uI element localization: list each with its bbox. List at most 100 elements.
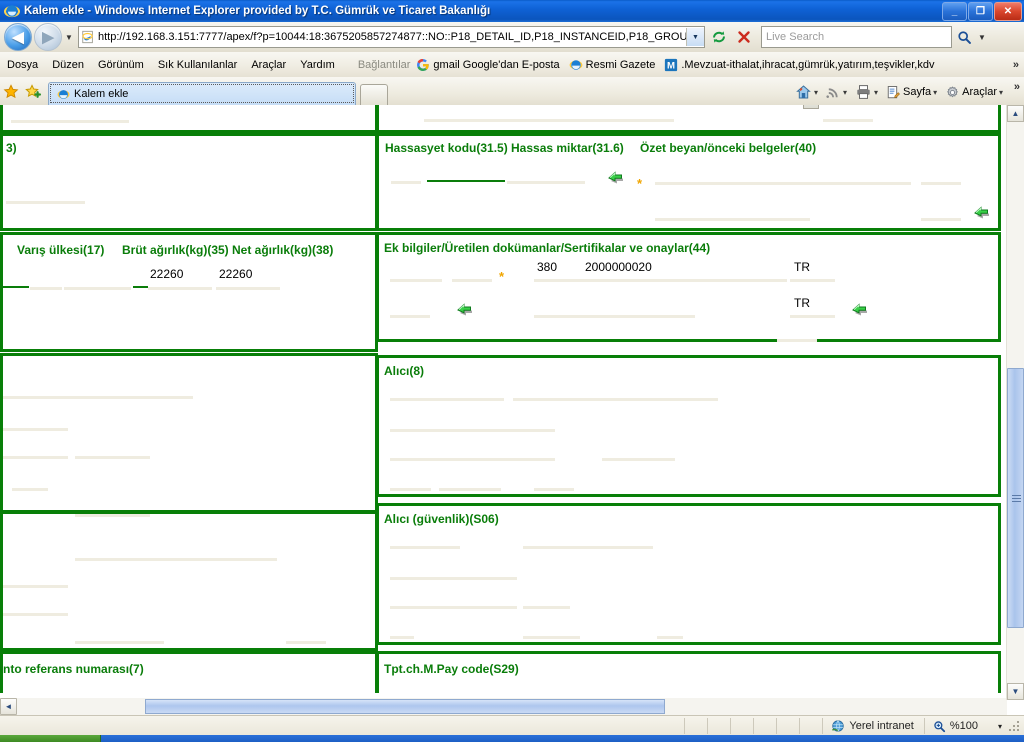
input-underline[interactable] — [424, 119, 674, 122]
input-underline[interactable] — [657, 636, 683, 639]
lov-button-hassas-miktar[interactable] — [605, 167, 627, 187]
feeds-button[interactable]: ▾ — [823, 84, 850, 101]
input-underline[interactable] — [439, 488, 501, 491]
input-underline[interactable] — [534, 488, 574, 491]
menu-item-duzen[interactable]: Düzen — [45, 58, 91, 72]
input-underline[interactable] — [921, 218, 961, 221]
menu-item-dosya[interactable]: Dosya — [0, 58, 45, 72]
vscroll-thumb[interactable] — [1007, 368, 1024, 628]
input-underline[interactable] — [390, 429, 555, 432]
vscroll-down-button[interactable]: ▼ — [1007, 683, 1024, 700]
input-underline[interactable] — [75, 558, 277, 561]
start-button[interactable] — [0, 735, 101, 742]
vertical-scrollbar[interactable]: ▲ ▼ — [1006, 105, 1024, 700]
url-dropdown-button[interactable]: ▼ — [686, 28, 704, 46]
input-underline[interactable] — [390, 279, 442, 282]
url-bar[interactable]: http://192.168.3.151:7777/apex/f?p=10044… — [78, 26, 705, 48]
input-underline[interactable] — [790, 279, 835, 282]
zoom-dropdown-icon[interactable]: ▾ — [998, 722, 1002, 731]
link-mevzuat[interactable]: M .Mevzuat-ithalat,ihracat,gümrük,yatırı… — [664, 58, 934, 72]
input-underline[interactable] — [452, 279, 492, 282]
input-underline[interactable] — [523, 546, 653, 549]
input-underline-focused[interactable] — [133, 286, 148, 288]
menu-item-gorunum[interactable]: Görünüm — [91, 58, 151, 72]
input-underline[interactable] — [823, 119, 873, 122]
restore-button[interactable]: ❐ — [968, 2, 993, 21]
input-underline[interactable] — [390, 606, 517, 609]
tools-menu-button[interactable]: Araçlar ▾ — [942, 84, 1006, 101]
link-resmi-gazete[interactable]: Resmi Gazete — [569, 58, 655, 72]
menu-overflow-button[interactable]: » — [1013, 59, 1019, 71]
new-tab-button[interactable] — [360, 84, 388, 105]
print-button[interactable]: ▾ — [852, 83, 881, 101]
input-underline[interactable] — [390, 546, 460, 549]
home-button[interactable]: ▾ — [792, 83, 821, 101]
search-button[interactable] — [952, 26, 976, 48]
hscroll-thumb[interactable] — [145, 699, 665, 714]
input-underline[interactable] — [64, 287, 131, 290]
input-underline[interactable] — [390, 315, 430, 318]
add-to-favorites-button[interactable] — [22, 79, 44, 105]
lov-button-ek-bilgiler-1[interactable] — [454, 299, 476, 319]
input-underline[interactable] — [3, 396, 193, 399]
command-overflow-button[interactable]: » — [1014, 81, 1020, 93]
input-underline[interactable] — [655, 182, 911, 185]
input-underline[interactable] — [523, 606, 570, 609]
lov-button-ozet-beyan[interactable] — [971, 202, 993, 222]
input-underline[interactable] — [3, 456, 68, 459]
history-dropdown-button[interactable]: ▼ — [62, 33, 76, 42]
tab-kalem-ekle[interactable]: Kalem ekle — [48, 82, 356, 105]
vscroll-up-button[interactable]: ▲ — [1007, 105, 1024, 122]
input-underline[interactable] — [777, 339, 817, 342]
hscroll-left-button[interactable]: ◄ — [0, 698, 17, 715]
stop-button[interactable] — [733, 26, 755, 48]
search-input[interactable]: Live Search — [761, 26, 952, 48]
input-underline[interactable] — [11, 120, 129, 123]
input-underline[interactable] — [391, 181, 421, 184]
input-underline[interactable] — [790, 315, 835, 318]
link-gmail[interactable]: gmail Google'dan E-posta — [416, 58, 560, 72]
menu-item-araclar[interactable]: Araçlar — [244, 58, 293, 72]
input-underline[interactable] — [12, 488, 48, 491]
input-underline[interactable] — [390, 398, 504, 401]
input-underline[interactable] — [602, 458, 675, 461]
input-underline[interactable] — [390, 636, 414, 639]
lov-button-ek-bilgiler-2[interactable] — [849, 299, 871, 319]
menu-item-sik-kullanilanlar[interactable]: Sık Kullanılanlar — [151, 58, 245, 72]
input-underline-focused[interactable] — [1, 286, 29, 288]
input-underline[interactable] — [390, 577, 517, 580]
input-underline[interactable] — [216, 287, 280, 290]
minimize-button[interactable]: _ — [942, 2, 967, 21]
input-underline[interactable] — [534, 315, 695, 318]
input-underline[interactable] — [507, 181, 585, 184]
input-underline[interactable] — [390, 488, 431, 491]
input-underline[interactable] — [30, 287, 62, 290]
input-underline[interactable] — [534, 279, 787, 282]
input-underline[interactable] — [148, 287, 212, 290]
input-underline[interactable] — [921, 182, 961, 185]
resize-grip[interactable] — [1008, 719, 1022, 733]
input-underline[interactable] — [286, 641, 326, 644]
forward-button[interactable]: ▶ — [34, 23, 62, 51]
input-underline[interactable] — [6, 201, 85, 204]
page-menu-button[interactable]: Sayfa ▾ — [883, 84, 940, 101]
horizontal-scrollbar[interactable]: ◄ — [0, 698, 1007, 715]
favorites-center-button[interactable] — [0, 79, 22, 105]
input-underline[interactable] — [3, 428, 68, 431]
input-underline[interactable] — [75, 514, 150, 517]
back-button[interactable]: ◀ — [4, 23, 32, 51]
input-underline[interactable] — [513, 398, 718, 401]
security-zone[interactable]: Yerel intranet — [822, 718, 923, 734]
close-button[interactable]: ✕ — [994, 2, 1022, 21]
input-underline-focused[interactable] — [427, 180, 505, 182]
input-underline[interactable] — [75, 456, 150, 459]
input-underline[interactable] — [75, 641, 164, 644]
input-underline[interactable] — [3, 613, 68, 616]
select-dropdown-button[interactable]: ▼ — [803, 105, 819, 109]
refresh-button[interactable] — [708, 26, 730, 48]
input-underline[interactable] — [523, 636, 580, 639]
input-underline[interactable] — [655, 218, 810, 221]
input-underline[interactable] — [390, 458, 555, 461]
input-underline[interactable] — [3, 585, 68, 588]
zoom-control[interactable]: %100 ▾ — [923, 718, 1008, 734]
